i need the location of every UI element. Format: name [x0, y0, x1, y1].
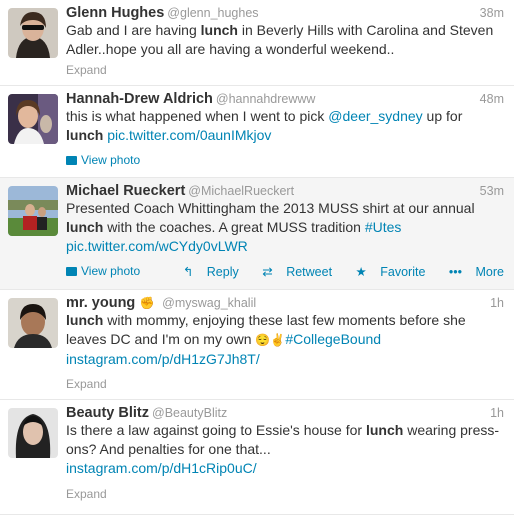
- favorite-label: Favorite: [380, 265, 426, 279]
- favorite-button[interactable]: ★ Favorite: [346, 265, 426, 279]
- tweet-text: Is there a law against going to Essie's …: [66, 421, 500, 478]
- tweet-actions: ↰ Reply ⇄ Retweet ★ Favorite ••• More: [163, 264, 504, 279]
- more-label: More: [475, 265, 504, 279]
- avatar[interactable]: [8, 186, 58, 236]
- view-photo-label: View photo: [81, 264, 141, 278]
- more-button[interactable]: ••• More: [439, 265, 504, 279]
- star-icon: ★: [355, 265, 367, 279]
- text-segment: Presented Coach Whittingham the 2013 MUS…: [66, 200, 475, 216]
- avatar[interactable]: [8, 8, 58, 58]
- text-segment: Gab and I are having: [66, 22, 201, 38]
- keyword-highlight: lunch: [66, 312, 104, 328]
- display-name[interactable]: Michael Rueckert: [66, 183, 185, 199]
- user-handle[interactable]: @MichaelRueckert: [188, 184, 294, 198]
- retweet-label: Retweet: [286, 265, 333, 279]
- text-segment: this is what happened when I went to pic…: [66, 108, 329, 124]
- photo-icon: [66, 267, 77, 276]
- timestamp[interactable]: 48m: [480, 92, 504, 106]
- user-handle[interactable]: @hannahdrewww: [216, 92, 316, 106]
- user-handle[interactable]: @BeautyBlitz: [152, 406, 227, 420]
- keyword-highlight: lunch: [365, 422, 404, 438]
- victory-emoji-icon: ✌: [270, 333, 286, 347]
- retweet-button[interactable]: ⇄ Retweet: [252, 265, 332, 279]
- photo-url-link[interactable]: pic.twitter.com/wCYdy0vLWR: [66, 238, 248, 254]
- view-photo-link[interactable]: View photo: [66, 153, 140, 167]
- reply-icon: ↰: [182, 265, 194, 279]
- tweet-text: this is what happened when I went to pic…: [66, 107, 500, 145]
- user-handle[interactable]: @glenn_hughes: [167, 6, 258, 20]
- expand-link[interactable]: Expand: [66, 377, 107, 391]
- fist-emoji-icon: ✊: [139, 296, 155, 310]
- text-segment: with the coaches. A great MUSS tradition: [103, 219, 365, 235]
- more-icon: •••: [448, 265, 463, 279]
- timestamp[interactable]: 1h: [490, 296, 504, 310]
- display-name[interactable]: Hannah-Drew Aldrich: [66, 91, 213, 107]
- view-photo-label: View photo: [81, 153, 141, 167]
- hashtag-link[interactable]: #Utes: [365, 219, 402, 235]
- tweet-text: Gab and I are having lunch in Beverly Hi…: [66, 21, 500, 59]
- tweet-glenn-hughes[interactable]: Glenn Hughes @glenn_hughes 38m Gab and I …: [0, 0, 514, 86]
- reply-button[interactable]: ↰ Reply: [173, 265, 239, 279]
- display-name[interactable]: Beauty Blitz: [66, 405, 149, 421]
- instagram-link[interactable]: instagram.com/p/dH1cRip0uC/: [66, 460, 257, 476]
- display-name[interactable]: mr. young: [66, 295, 135, 311]
- timestamp[interactable]: 38m: [480, 6, 504, 20]
- user-handle[interactable]: @myswag_khalil: [162, 296, 256, 310]
- text-segment: Is there a law against going to Essie's …: [66, 422, 366, 438]
- tweet-feed: Glenn Hughes @glenn_hughes 38m Gab and I …: [0, 0, 514, 515]
- tweet-michael-rueckert[interactable]: Michael Rueckert @MichaelRueckert 53m Pre…: [0, 178, 514, 290]
- keyword-highlight: lunch: [66, 127, 104, 143]
- keyword-highlight: lunch: [200, 22, 238, 38]
- tweet-mr-young[interactable]: mr. young ✊ @myswag_khalil 1h lunch with…: [0, 290, 514, 400]
- view-photo-link[interactable]: View photo: [66, 264, 140, 278]
- expand-link[interactable]: Expand: [66, 63, 107, 77]
- hashtag-link[interactable]: #CollegeBound: [285, 331, 381, 347]
- expand-link[interactable]: Expand: [66, 487, 107, 501]
- timestamp[interactable]: 1h: [490, 406, 504, 420]
- text-segment: up for: [422, 108, 463, 124]
- photo-url-link[interactable]: pic.twitter.com/0aunIMkjov: [107, 127, 271, 143]
- avatar[interactable]: [8, 94, 58, 144]
- tweet-beauty-blitz[interactable]: Beauty Blitz @BeautyBlitz 1h Is there a l…: [0, 400, 514, 515]
- retweet-icon: ⇄: [262, 265, 273, 279]
- keyword-highlight: lunch: [66, 219, 104, 235]
- avatar[interactable]: [8, 408, 58, 458]
- mention-link[interactable]: @deer_sydney: [328, 108, 422, 124]
- tweet-text: lunch with mommy, enjoying these last fe…: [66, 311, 500, 369]
- instagram-link[interactable]: instagram.com/p/dH1zG7Jh8T/: [66, 351, 260, 367]
- timestamp[interactable]: 53m: [480, 184, 504, 198]
- reply-label: Reply: [206, 265, 239, 279]
- tweet-text: Presented Coach Whittingham the 2013 MUS…: [66, 199, 500, 256]
- relieved-emoji-icon: 😌: [255, 333, 271, 347]
- avatar[interactable]: [8, 298, 58, 348]
- display-name[interactable]: Glenn Hughes: [66, 5, 164, 21]
- photo-icon: [66, 156, 77, 165]
- tweet-hannah-drew-aldrich[interactable]: Hannah-Drew Aldrich @hannahdrewww 48m thi…: [0, 86, 514, 178]
